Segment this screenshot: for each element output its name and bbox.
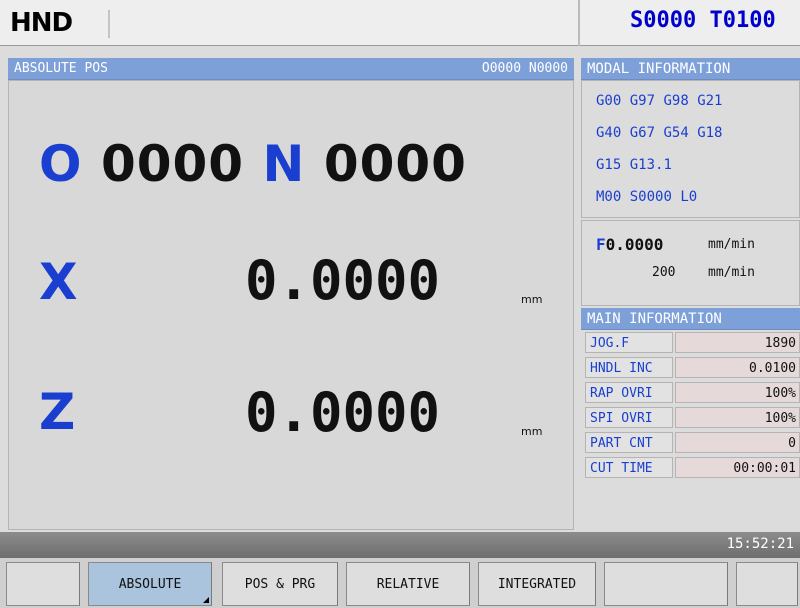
info-row: HNDL INC 0.0100: [581, 355, 800, 380]
g-code: G54: [663, 125, 689, 141]
m-code: M00: [596, 189, 622, 205]
n-value: 0000: [323, 135, 467, 193]
feed-label: F: [596, 235, 606, 254]
program-block-number: O0000 N0000: [481, 61, 568, 76]
info-value: 1890: [675, 332, 800, 353]
axis-z-label: Z: [39, 383, 77, 441]
modal-info-panel: G00 G97 G98 G21 G40 G67 G54 G18 G15 G13.…: [581, 80, 800, 218]
info-label: PART CNT: [585, 432, 673, 453]
main-info-title: MAIN INFORMATION: [581, 308, 800, 330]
o-value: 0000: [100, 135, 245, 193]
softkey-label: ABSOLUTE: [118, 577, 182, 592]
n-label: N: [262, 135, 306, 193]
feed-panel: F0.0000 mm/min 200 mm/min: [581, 220, 800, 306]
position-title: ABSOLUTE POS: [14, 61, 108, 76]
info-value: 100%: [675, 407, 800, 428]
info-label: HNDL INC: [585, 357, 673, 378]
info-row: CUT TIME 00:00:01: [581, 455, 800, 480]
main-info-table: JOG.F 1890 HNDL INC 0.0100 RAP OVRI 100%…: [581, 330, 800, 530]
modal-info-title: MODAL INFORMATION: [581, 58, 800, 80]
modal-line: G00 G97 G98 G21: [596, 93, 723, 109]
g-code: G67: [629, 125, 656, 141]
softkey-relative[interactable]: RELATIVE: [346, 562, 470, 606]
info-row: SPI OVRI 100%: [581, 405, 800, 430]
logo: HND: [10, 8, 73, 38]
g-code: G18: [697, 125, 723, 141]
info-value: 0: [675, 432, 800, 453]
info-row: PART CNT 0: [581, 430, 800, 455]
g-code: G15: [596, 157, 622, 173]
o-label: O: [39, 135, 83, 193]
info-value: 00:00:01: [675, 457, 800, 478]
submenu-indicator-icon: [203, 597, 209, 603]
softkey-blank[interactable]: [604, 562, 728, 606]
axis-x-value: 0.0000: [245, 249, 441, 312]
modal-line: G40 G67 G54 G18: [596, 125, 723, 141]
info-row: JOG.F 1890: [581, 330, 800, 355]
softkey-integrated[interactable]: INTEGRATED: [478, 562, 596, 606]
g-code: G97: [629, 93, 656, 109]
l-code: L0: [680, 189, 698, 205]
top-bar: HND S0000 T0100: [0, 0, 800, 46]
feed-speed-value: 200: [652, 265, 676, 280]
g-code: G98: [663, 93, 689, 109]
program-number-display: O 0000 N 0000: [39, 135, 467, 193]
softkey-pos-prg[interactable]: POS & PRG: [222, 562, 338, 606]
softkey-absolute[interactable]: ABSOLUTE: [88, 562, 212, 606]
feed-value: 0.0000: [605, 235, 664, 254]
info-value: 100%: [675, 382, 800, 403]
spindle-tool-readout: S0000 T0100: [630, 8, 776, 33]
info-value: 0.0100: [675, 357, 800, 378]
divider: [108, 10, 110, 38]
info-label: JOG.F: [585, 332, 673, 353]
axis-x-label: X: [39, 253, 79, 311]
divider: [578, 0, 580, 46]
g-code: G00: [596, 93, 622, 109]
status-bar: 15:52:21: [0, 532, 800, 558]
feed-unit: mm/min: [708, 237, 755, 252]
position-title-bar: ABSOLUTE POS O0000 N0000: [8, 58, 574, 80]
axis-z-unit: mm: [521, 425, 543, 438]
g-code: G13.1: [629, 157, 672, 173]
modal-line: G15 G13.1: [596, 157, 672, 173]
feed-speed-unit: mm/min: [708, 265, 755, 280]
g-code: G40: [596, 125, 622, 141]
info-label: SPI OVRI: [585, 407, 673, 428]
feed-readout: F0.0000: [596, 235, 663, 254]
info-row: RAP OVRI 100%: [581, 380, 800, 405]
s-code: S0000: [629, 189, 672, 205]
info-label: CUT TIME: [585, 457, 673, 478]
softkey-blank[interactable]: [736, 562, 798, 606]
position-panel: O 0000 N 0000 X 0.0000 mm Z 0.0000 mm: [8, 80, 574, 530]
softkey-bar: ABSOLUTE POS & PRG RELATIVE INTEGRATED: [0, 558, 800, 608]
clock: 15:52:21: [726, 536, 794, 552]
spindle-value: S0000: [630, 8, 697, 33]
axis-z-value: 0.0000: [245, 381, 441, 444]
modal-line: M00 S0000 L0: [596, 189, 697, 205]
info-label: RAP OVRI: [585, 382, 673, 403]
tool-value: T0100: [709, 8, 776, 33]
axis-x-unit: mm: [521, 293, 543, 306]
softkey-blank[interactable]: [6, 562, 80, 606]
g-code: G21: [697, 93, 723, 109]
